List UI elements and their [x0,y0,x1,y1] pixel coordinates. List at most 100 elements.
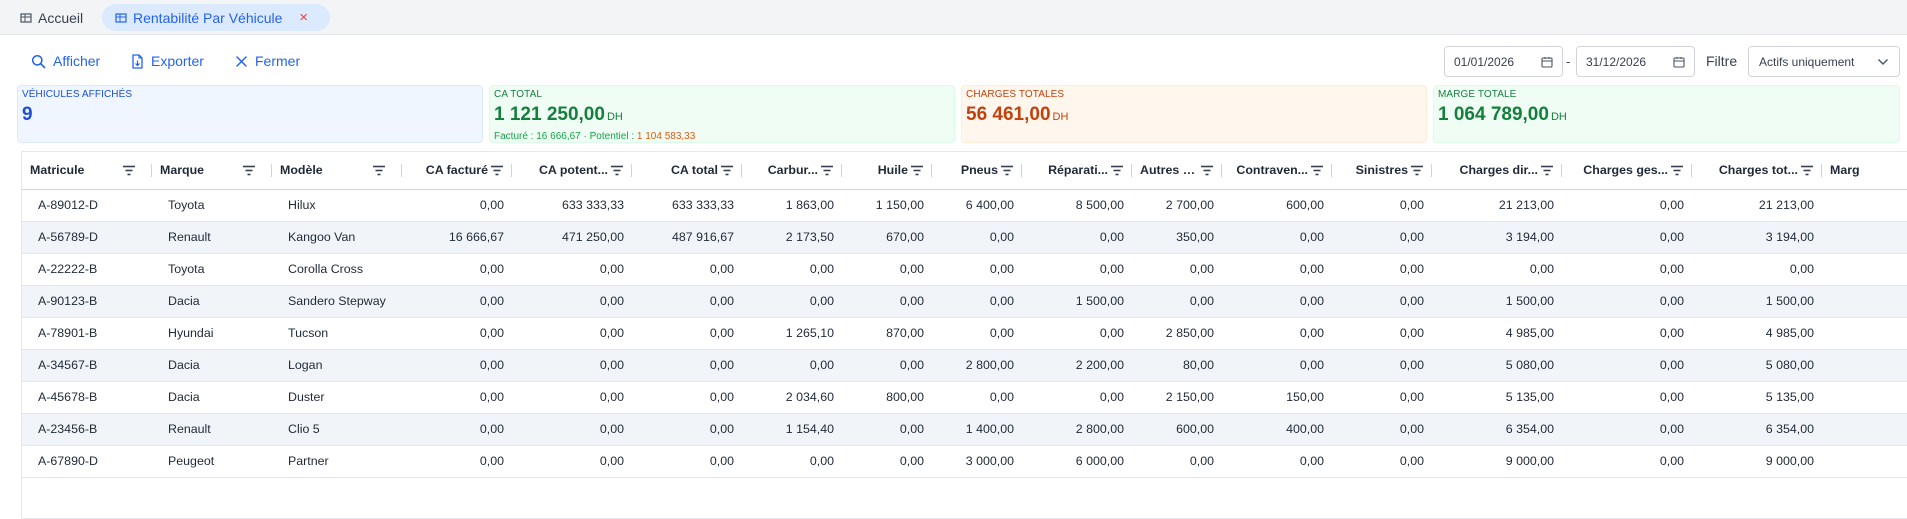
filter-icon[interactable] [490,165,504,176]
date-to-value: 31/12/2026 [1586,54,1647,69]
close-icon[interactable]: × [299,9,308,26]
filter-select[interactable]: Actifs uniquement [1748,46,1900,77]
table-row[interactable]: A-34567-B Dacia Logan 0,00 0,00 0,00 0,00 0,00 2… [22,349,1907,382]
cell-modele: Corolla Cross [272,253,402,286]
export-button[interactable]: Exporter [131,50,204,72]
column-header-charges-totales[interactable]: Charges tot... [1692,152,1822,190]
chevron-down-icon [1878,59,1888,65]
column-header-autres-frais[interactable]: Autres fr... [1132,152,1222,190]
cell-charges-gestion: 0,00 [1562,285,1692,318]
filter-icon[interactable] [1110,165,1124,176]
cell-matricule: A-45678-B [22,381,152,414]
filter-icon[interactable] [910,165,924,176]
cell-ca-potentiel: 0,00 [512,253,632,286]
filter-icon[interactable] [1200,165,1214,176]
column-header-huile[interactable]: Huile [842,152,932,190]
cell-marque: Hyundai [152,317,272,350]
cell-marge: - [1822,413,1907,446]
cell-pneus: 1 400,00 [932,413,1022,446]
cell-matricule: A-78901-B [22,317,152,350]
cell-huile: 1 150,00 [842,189,932,222]
cell-ca-total: 0,00 [632,413,742,446]
close-button[interactable]: Fermer [235,50,300,72]
cell-charges-directes: 1 500,00 [1432,285,1562,318]
cell-sinistres: 0,00 [1332,445,1432,478]
table-row[interactable]: A-45678-B Dacia Duster 0,00 0,00 0,00 2 034,60… [22,381,1907,414]
date-from-input[interactable]: 01/01/2026 [1444,46,1563,77]
cell-ca-total: 0,00 [632,349,742,382]
column-header-marque[interactable]: Marque [152,152,272,190]
column-header-charges-gestion[interactable]: Charges ges... [1562,152,1692,190]
cell-carburant: 0,00 [742,349,842,382]
header-content: Sinistres [1340,163,1424,177]
filter-icon[interactable] [372,165,386,176]
date-to-input[interactable]: 31/12/2026 [1576,46,1695,77]
cell-reparations: 2 200,00 [1022,349,1132,382]
cell-carburant: 2 173,50 [742,221,842,254]
table-row[interactable]: A-89012-D Toyota Hilux 0,00 633 333,33 633 33… [22,189,1907,222]
table-row[interactable]: A-90123-B Dacia Sandero Stepway 0,00 0,00 0,0… [22,285,1907,318]
column-header-charges-directes[interactable]: Charges dir... [1432,152,1562,190]
cell-carburant: 0,00 [742,253,842,286]
cell-marque: Dacia [152,381,272,414]
header-row: Matricule Marque Modèle CA facturé CA po… [22,152,1907,190]
cell-autres-frais: 600,00 [1132,413,1222,446]
column-header-ca-total[interactable]: CA total [632,152,742,190]
filter-icon[interactable] [720,165,734,176]
cell-sinistres: 0,00 [1332,413,1432,446]
cell-charges-gestion: 0,00 [1562,349,1692,382]
cell-ca-total: 633 333,33 [632,189,742,222]
table-row[interactable]: A-22222-B Toyota Corolla Cross 0,00 0,00 0,00… [22,253,1907,286]
tab-rentabilite[interactable]: Rentabilité Par Véhicule × [102,4,330,31]
close-button-label: Fermer [255,53,301,69]
header-label: CA facturé [425,163,488,178]
column-header-ca-facture[interactable]: CA facturé [402,152,512,190]
table-row[interactable]: A-67890-D Peugeot Partner 0,00 0,00 0,00 0,00 0… [22,445,1907,478]
filter-icon[interactable] [1800,165,1814,176]
cell-ca-facture: 0,00 [402,381,512,414]
cell-contraventions: 150,00 [1222,381,1332,414]
column-header-pneus[interactable]: Pneus [932,152,1022,190]
header-content: CA facturé [410,163,504,177]
cell-contraventions: 0,00 [1222,285,1332,318]
filter-icon[interactable] [1410,165,1424,176]
column-header-reparations[interactable]: Réparati... [1022,152,1132,190]
filter-icon[interactable] [820,165,834,176]
charges-card: CHARGES TOTALES 56 461,00 DH [961,85,1427,143]
tab-home[interactable]: Accueil [20,4,83,31]
calendar-icon[interactable] [1541,56,1553,68]
show-button[interactable]: Afficher [31,50,100,72]
column-header-modele[interactable]: Modèle [272,152,402,190]
cell-sinistres: 0,00 [1332,189,1432,222]
filter-icon[interactable] [610,165,624,176]
filter-icon[interactable] [1540,165,1554,176]
filter-icon[interactable] [1670,165,1684,176]
filter-icon[interactable] [122,165,136,176]
column-header-matricule[interactable]: Matricule [22,152,152,190]
filter-icon[interactable] [1000,165,1014,176]
column-header-sinistres[interactable]: Sinistres [1332,152,1432,190]
calendar-icon[interactable] [1673,56,1685,68]
table-row[interactable]: A-78901-B Hyundai Tucson 0,00 0,00 0,00 1 265,… [22,317,1907,350]
cell-huile: 800,00 [842,381,932,414]
filter-icon[interactable] [242,165,256,176]
column-header-carburant[interactable]: Carbur... [742,152,842,190]
header-content: CA potent... [520,163,624,177]
cell-charges-directes: 6 354,00 [1432,413,1562,446]
cell-ca-facture: 0,00 [402,317,512,350]
header-label: Marg [1830,163,1860,178]
column-header-contraventions[interactable]: Contraven... [1222,152,1332,190]
cell-sinistres: 0,00 [1332,285,1432,318]
filter-icon[interactable] [1310,165,1324,176]
cell-carburant: 2 034,60 [742,381,842,414]
column-header-ca-potentiel[interactable]: CA potent... [512,152,632,190]
cell-contraventions: 0,00 [1222,253,1332,286]
cell-marge: - [1822,349,1907,382]
cell-charges-gestion: 0,00 [1562,189,1692,222]
header-content: Matricule [30,163,144,177]
profitability-grid: Matricule Marque Modèle CA facturé CA po… [21,151,1907,519]
column-header-marge[interactable]: Marg [1822,152,1907,190]
table-row[interactable]: A-23456-B Renault Clio 5 0,00 0,00 0,00 1 154,… [22,413,1907,446]
table-row[interactable]: A-56789-D Renault Kangoo Van 16 666,67 471 2… [22,221,1907,254]
cell-pneus: 0,00 [932,285,1022,318]
